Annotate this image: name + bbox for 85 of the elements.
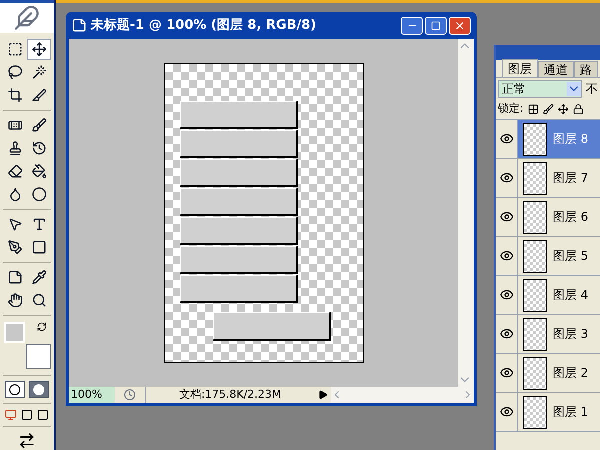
- layer-name: 图层 4: [553, 287, 588, 304]
- eye-icon[interactable]: [500, 249, 514, 263]
- layer-thumbnail: [523, 396, 547, 428]
- layer-thumbnail: [523, 162, 547, 194]
- panel-tab[interactable]: 路: [574, 61, 598, 77]
- maximize-icon: [431, 20, 441, 30]
- eyedropper-icon: [32, 270, 46, 285]
- eraser-icon: [8, 164, 22, 179]
- swap-colors-icon[interactable]: [37, 322, 47, 332]
- zoom-icon: [32, 293, 46, 308]
- layer-name: 图层 8: [553, 131, 588, 148]
- lock-transparency-icon[interactable]: [528, 104, 539, 115]
- feather-icon: [14, 5, 40, 32]
- note-icon: [8, 270, 22, 285]
- layer-row[interactable]: 图层 7: [496, 159, 600, 198]
- layer-thumbnail: [523, 200, 547, 234]
- move-icon: [32, 42, 46, 57]
- lock-label: 锁定:: [498, 101, 524, 118]
- brush-icon: [32, 118, 46, 133]
- layer-row[interactable]: 图层 2: [496, 354, 600, 393]
- lock-brush-icon[interactable]: [542, 104, 554, 115]
- paint-bucket-icon: [32, 164, 46, 179]
- eye-icon[interactable]: [500, 210, 514, 224]
- lock-move-icon[interactable]: [558, 104, 569, 115]
- circle-icon: [9, 384, 21, 396]
- crop-icon: [8, 88, 22, 103]
- foreground-color-swatch[interactable]: [4, 322, 25, 343]
- circle-icon: [33, 384, 45, 396]
- standard-mode-button[interactable]: [5, 381, 25, 398]
- window-title: 未标题-1 @ 100% (图层 8, RGB/8): [91, 16, 316, 35]
- minimize-button[interactable]: [401, 16, 423, 34]
- layer-row[interactable]: 图层 4: [496, 276, 600, 315]
- layer-thumbnail: [523, 122, 547, 156]
- eye-icon[interactable]: [500, 171, 514, 185]
- layer-name: 图层 3: [553, 326, 588, 343]
- eye-icon[interactable]: [500, 327, 514, 341]
- layer-thumbnail: [523, 240, 547, 272]
- eye-icon[interactable]: [500, 132, 514, 146]
- quick-mask-button[interactable]: [29, 381, 49, 398]
- lasso-icon: [8, 65, 22, 80]
- bandage-icon: [8, 118, 22, 133]
- layer-name: 图层 7: [553, 170, 588, 187]
- layer-thumbnail: [523, 278, 547, 312]
- droplet-icon: [8, 187, 22, 202]
- layer-row[interactable]: 图层 8: [496, 120, 600, 159]
- layer-row[interactable]: 图层 6: [496, 198, 600, 237]
- background-color-swatch[interactable]: [26, 344, 51, 369]
- toolbox-title-bar: [0, 0, 54, 4]
- hand-icon: [8, 293, 22, 308]
- eye-icon[interactable]: [500, 288, 514, 302]
- layer-row[interactable]: 图层 3: [496, 315, 600, 354]
- zoom-level[interactable]: 100%: [69, 387, 115, 403]
- menu-arrow-icon[interactable]: [318, 390, 328, 400]
- opacity-label: 不: [586, 81, 598, 98]
- type-icon: [32, 217, 46, 232]
- pointer-icon: [8, 217, 22, 232]
- lock-icon[interactable]: [572, 104, 584, 115]
- knife-icon: [32, 88, 46, 103]
- blend-mode-dropdown[interactable]: 正常: [498, 80, 582, 98]
- close-icon: [454, 20, 466, 32]
- history-brush-icon: [32, 141, 46, 156]
- magic-wand-icon: [32, 65, 46, 80]
- eye-icon[interactable]: [500, 366, 514, 380]
- maximize-button[interactable]: [425, 16, 447, 34]
- marquee-icon: [8, 42, 22, 57]
- layer-row[interactable]: 图层 5: [496, 237, 600, 276]
- layer-thumbnail: [523, 318, 547, 350]
- layer-row[interactable]: 图层 1: [496, 393, 600, 432]
- pen-icon: [8, 240, 22, 255]
- document-icon: [72, 18, 87, 33]
- jump-to-icon[interactable]: [18, 432, 36, 450]
- layer-thumbnail: [523, 356, 547, 390]
- document-info: 文档:175.8K/2.23M: [145, 386, 315, 404]
- timer-icon[interactable]: [124, 389, 136, 401]
- panel-tab[interactable]: 图层: [502, 59, 538, 77]
- layer-name: 图层 6: [553, 209, 588, 226]
- stamp-icon: [8, 141, 22, 156]
- panel-tab[interactable]: 通道: [538, 61, 574, 77]
- move-tool[interactable]: [27, 39, 51, 60]
- layer-name: 图层 5: [553, 248, 588, 265]
- rectangle-icon: [32, 240, 46, 255]
- layer-name: 图层 2: [553, 365, 588, 382]
- close-button[interactable]: [449, 16, 471, 34]
- layer-name: 图层 1: [553, 404, 588, 421]
- eye-icon[interactable]: [500, 405, 514, 419]
